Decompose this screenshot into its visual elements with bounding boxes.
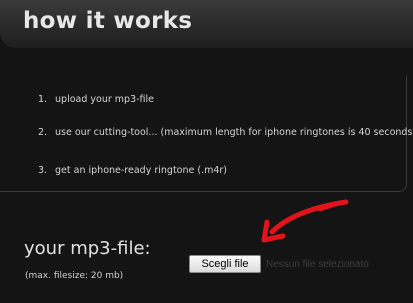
- step-number: 1.: [38, 94, 48, 105]
- upload-title: your mp3-file:: [24, 238, 151, 259]
- step-text: use our cutting-tool... (maximum length …: [55, 127, 413, 138]
- step-text: get an iphone-ready ringtone (.m4r): [55, 165, 228, 176]
- step-item: 1. upload your mp3-file: [38, 94, 154, 105]
- step-number: 2.: [38, 127, 48, 138]
- choose-file-button[interactable]: Scegli file: [189, 255, 261, 273]
- step-item: 3. get an iphone-ready ringtone (.m4r): [38, 165, 227, 176]
- page-title: how it works: [23, 8, 193, 34]
- header-band: how it works: [0, 0, 413, 48]
- file-status-text: Nessun file selezionato: [266, 259, 369, 270]
- step-number: 3.: [38, 165, 48, 176]
- step-item: 2. use our cutting-tool... (maximum leng…: [38, 127, 413, 138]
- red-arrow-icon: [261, 199, 349, 243]
- upload-size-note: (max. filesize: 20 mb): [25, 271, 124, 281]
- page: how it works 1. upload your mp3-file 2. …: [0, 0, 413, 303]
- steps-panel: 1. upload your mp3-file 2. use our cutti…: [0, 76, 413, 192]
- step-text: upload your mp3-file: [55, 94, 155, 105]
